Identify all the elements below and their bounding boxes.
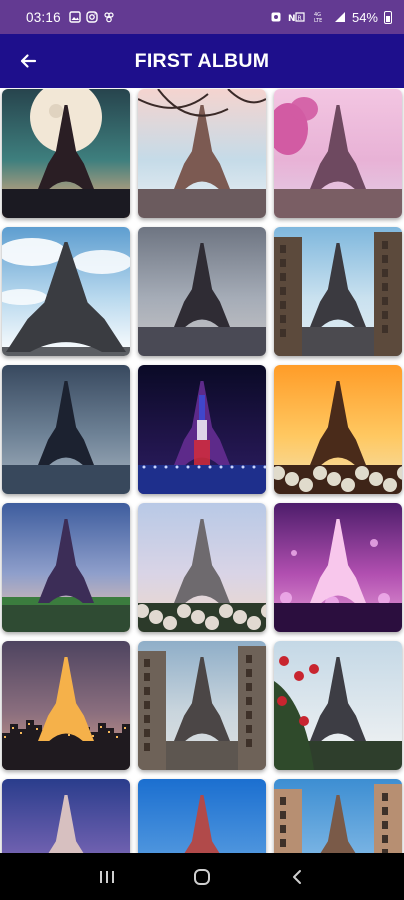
photo-image xyxy=(138,227,266,356)
photo-tile-eiffel-tower-white-blossom-garden[interactable] xyxy=(138,503,266,632)
status-time: 03:16 xyxy=(26,9,61,25)
photo-grid[interactable] xyxy=(0,88,404,853)
photo-image xyxy=(138,365,266,494)
nfc-icon: NR xyxy=(288,12,305,23)
svg-text:R: R xyxy=(297,15,301,22)
photo-image xyxy=(2,503,130,632)
image-icon xyxy=(69,11,81,23)
photo-image xyxy=(138,641,266,770)
photo-image xyxy=(274,227,402,356)
photo-image xyxy=(2,641,130,770)
photo-image xyxy=(274,641,402,770)
home-icon xyxy=(193,868,210,885)
status-bar: 03:16 NR 4G LTE 54% xyxy=(0,0,404,34)
photo-tile-eiffel-tower-lit-city-dusk[interactable] xyxy=(2,641,130,770)
photo-tile-eiffel-tower-between-buildings[interactable] xyxy=(274,779,402,853)
photo-image xyxy=(274,779,402,853)
back-icon xyxy=(292,869,301,884)
screen: 03:16 NR 4G LTE 54% FIRST ALBUM xyxy=(0,0,404,900)
photo-tile-eiffel-tower-full-moon-teal-sky[interactable] xyxy=(2,89,130,218)
photo-tile-eiffel-tower-blue-sky-clouds[interactable] xyxy=(138,779,266,853)
photo-image xyxy=(274,89,402,218)
navigation-bar xyxy=(0,853,404,900)
battery-icon xyxy=(384,10,392,24)
photo-tile-eiffel-tower-trocadero-dusk[interactable] xyxy=(2,503,130,632)
instagram-icon xyxy=(86,11,98,23)
alarm-icon xyxy=(271,12,281,22)
photo-image xyxy=(2,89,130,218)
photo-image xyxy=(2,365,130,494)
photo-image xyxy=(2,227,130,356)
photo-tile-eiffel-tower-pink-blossoms-street[interactable] xyxy=(274,89,402,218)
bug-icon xyxy=(104,12,114,23)
lte-icon: 4GLTE xyxy=(314,12,322,23)
photo-image xyxy=(138,779,266,853)
photo-image xyxy=(2,779,130,853)
photo-tile-eiffel-tower-night-bridge-blue[interactable] xyxy=(2,365,130,494)
photo-tile-eiffel-tower-golden-sunset-flowers[interactable] xyxy=(274,365,402,494)
photo-tile-eiffel-tower-red-roses[interactable] xyxy=(274,641,402,770)
system-back-button[interactable] xyxy=(277,857,317,897)
battery-percent: 54% xyxy=(351,9,378,25)
photo-tile-eiffel-tower-cherry-branches-pastel[interactable] xyxy=(138,89,266,218)
photo-tile-eiffel-tower-low-angle-blue-sky[interactable] xyxy=(2,227,130,356)
page-title: FIRST ALBUM xyxy=(134,49,270,72)
photo-tile-eiffel-tower-parisian-street[interactable] xyxy=(274,227,402,356)
photo-image xyxy=(138,89,266,218)
photo-tile-eiffel-tower-night-city-purple[interactable] xyxy=(2,779,130,853)
app-bar: FIRST ALBUM xyxy=(0,34,404,88)
photo-image xyxy=(138,503,266,632)
home-button[interactable] xyxy=(182,857,222,897)
photo-tile-eiffel-tower-purple-bokeh[interactable] xyxy=(274,503,402,632)
photo-tile-eiffel-tower-cobblestone-street[interactable] xyxy=(138,641,266,770)
back-button[interactable] xyxy=(10,43,46,79)
status-left-icons xyxy=(69,11,115,23)
svg-text:N: N xyxy=(288,14,296,23)
photo-image xyxy=(274,503,402,632)
svg-text:LTE: LTE xyxy=(314,18,322,23)
signal-icon xyxy=(334,12,345,22)
photo-tile-eiffel-tower-grey-dusk-river[interactable] xyxy=(138,227,266,356)
recent-apps-icon xyxy=(100,870,115,883)
recent-apps-button[interactable] xyxy=(87,857,127,897)
arrow-left-icon xyxy=(20,54,37,68)
status-right-icons: NR 4G LTE 54% xyxy=(270,10,392,25)
photo-tile-eiffel-tower-tricolor-lights-night[interactable] xyxy=(138,365,266,494)
photo-image xyxy=(274,365,402,494)
